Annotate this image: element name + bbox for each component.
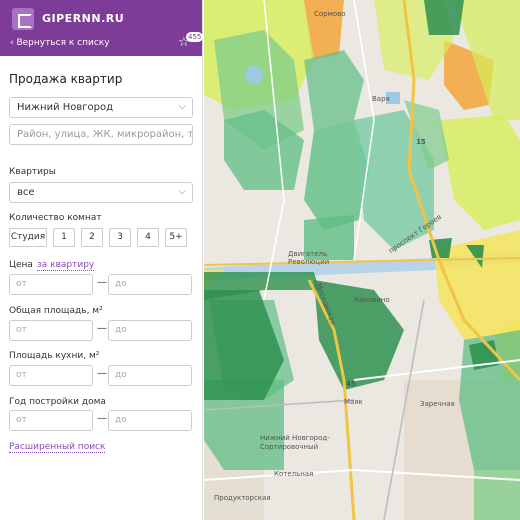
total-area-range: от — до [9,320,193,341]
price-to-input[interactable]: до [108,274,192,295]
kitchen-area-to-input[interactable]: до [108,365,192,386]
apartments-select[interactable]: все ⌵ [9,182,193,203]
price-mode-toggle[interactable]: за квартиру [37,260,95,271]
room-4-button[interactable]: 4 [137,228,159,247]
apartments-label: Квартиры [9,167,56,177]
city-select[interactable]: Нижний Новгород ⌵ [9,97,193,118]
logo-icon[interactable] [12,8,34,30]
range-dash: — [97,277,107,288]
back-to-list-link[interactable]: ‹ Вернуться к списку [10,38,110,48]
range-dash: — [97,413,107,424]
map-label-kotelnaya: Котельная [274,470,314,478]
price-heat-map[interactable]: Сормово Варя проспект Героев Канавино Дв… [204,0,520,520]
map-road-15: 15 [416,138,426,146]
kitchen-area-label: Площадь кухни, м² [9,351,100,361]
room-2-button[interactable]: 2 [81,228,103,247]
map-label-nn-sortirovochny: Нижний Новгород- [260,434,330,442]
room-1-button[interactable]: 1 [53,228,75,247]
build-year-to-input[interactable]: до [108,410,192,431]
map-label-dvigatel: Двигатель [288,250,328,258]
room-5plus-button[interactable]: 5+ [165,228,187,247]
map-road-45: 45 [346,380,356,388]
map-label-kanavino: Канавино [354,296,390,304]
search-sidebar: GIPERNN.RU ‹ Вернуться к списку ☆ 455 Пр… [0,0,204,520]
total-area-to-input[interactable]: до [108,320,192,341]
apartments-select-value: все [17,187,35,198]
chevron-down-icon: ⌵ [178,101,186,112]
build-year-label: Год постройки дома [9,397,106,407]
total-area-label: Общая площадь, м² [9,306,103,316]
range-dash: — [97,368,107,379]
map-canvas[interactable] [204,0,520,520]
range-dash: — [97,323,107,334]
price-range: от — до [9,274,193,295]
price-from-input[interactable]: от [9,274,93,295]
build-year-range: от — до [9,410,193,431]
kitchen-area-from-input[interactable]: от [9,365,93,386]
map-label-revolyutsii: Революции [288,258,330,266]
room-3-button[interactable]: 3 [109,228,131,247]
location-search-input[interactable]: Район, улица, ЖК, микрорайон, точный а [9,124,193,145]
map-label-varya: Варя [372,95,390,103]
map-label-zarechnaya: Заречная [420,400,455,408]
room-studio-button[interactable]: Студия [9,228,47,247]
kitchen-area-range: от — до [9,365,193,386]
total-area-from-input[interactable]: от [9,320,93,341]
chevron-down-icon: ⌵ [178,186,186,197]
rooms-label: Количество комнат [9,213,102,223]
map-label-sormovo: Сормово [314,10,346,18]
favorites-count-badge: 455 [186,32,204,42]
logo-text[interactable]: GIPERNN.RU [42,12,124,25]
advanced-search-link[interactable]: Расширенный поиск [9,442,106,453]
city-select-value: Нижний Новгород [17,102,114,113]
map-label-sortirovochny: Сортировочный [260,443,319,451]
map-label-produktorskaya: Продукторская [214,494,271,502]
site-header: GIPERNN.RU ‹ Вернуться к списку ☆ 455 [0,0,204,56]
map-label-mayak: Маяк [344,398,363,406]
page-title: Продажа квартир [9,72,123,86]
price-label: Цена [9,260,33,270]
rooms-button-group: Студия 1 2 3 4 5+ [9,228,187,247]
build-year-from-input[interactable]: от [9,410,93,431]
